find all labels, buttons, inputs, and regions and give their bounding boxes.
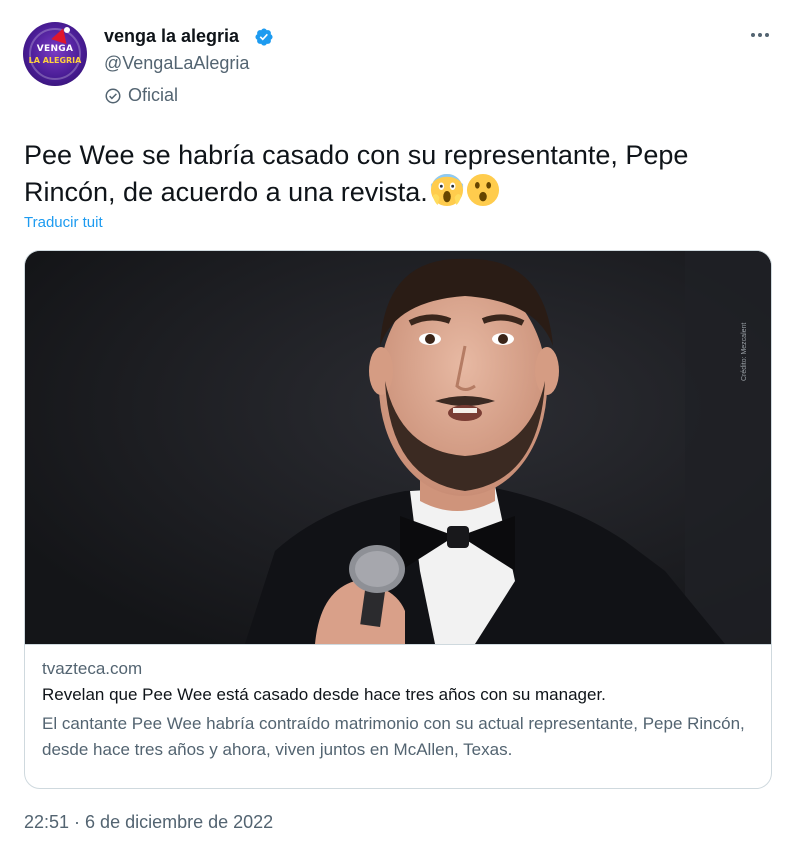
official-label: Oficial: [104, 85, 178, 106]
card-description: El cantante Pee Wee habría contraído mat…: [42, 714, 745, 759]
author-handle[interactable]: @VengaLaAlegria: [104, 53, 249, 74]
screaming-face-emoji-icon: [430, 173, 463, 207]
avatar-logo-text-bottom: LA ALEGRIA: [28, 56, 82, 65]
official-check-icon: [105, 88, 121, 103]
more-options-icon[interactable]: [745, 24, 775, 46]
image-credit: Crédito: Mezcalent: [741, 322, 748, 381]
author-name[interactable]: venga la alegria: [104, 26, 239, 47]
verified-badge-icon: [255, 28, 273, 46]
card-image[interactable]: Crédito: Mezcalent: [25, 251, 771, 644]
card-domain: tvazteca.com: [42, 659, 143, 678]
portrait-photo: [25, 251, 771, 644]
link-preview-card[interactable]: Crédito: Mezcalent tvazteca.com Revelan …: [24, 250, 772, 789]
avatar[interactable]: VENGA LA ALEGRIA: [23, 22, 87, 86]
card-body[interactable]: tvazteca.com Revelan que Pee Wee está ca…: [25, 644, 771, 788]
santa-hat-pompom: [64, 27, 70, 33]
avatar-logo-text-top: VENGA: [36, 44, 74, 54]
tweet-text: Pee Wee se habría casado con su represen…: [24, 137, 774, 210]
tweet-timestamp[interactable]: 22:51 · 6 de diciembre de 2022: [24, 812, 273, 833]
official-text: Oficial: [128, 85, 179, 105]
translate-tweet-link[interactable]: Traducir tuit: [24, 214, 103, 231]
tweet: VENGA LA ALEGRIA venga la alegria @Venga…: [0, 0, 800, 849]
hushed-face-emoji-icon: [466, 173, 499, 207]
card-title: Revelan que Pee Wee está casado desde ha…: [42, 685, 606, 704]
tweet-text-body: Pee Wee se habría casado con su represen…: [24, 140, 689, 207]
